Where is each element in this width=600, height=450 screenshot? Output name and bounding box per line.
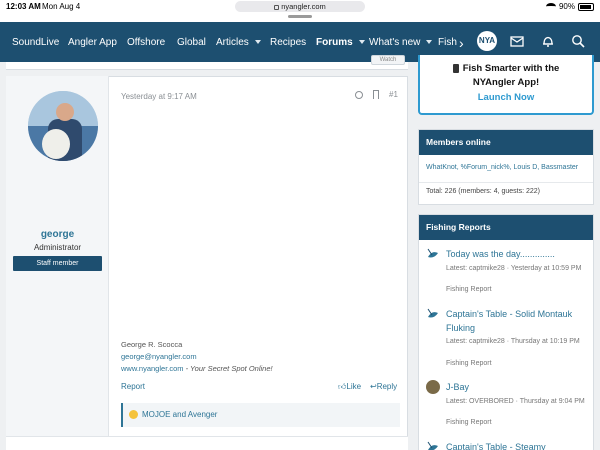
wifi-icon (545, 3, 556, 10)
report-forum[interactable]: Fishing Report (446, 360, 492, 367)
nav-item-whats-new[interactable]: What's new (369, 37, 433, 48)
nav-item-label: Offshore (127, 37, 166, 48)
nav-item-global[interactable]: Global (177, 37, 206, 48)
launch-now-link[interactable]: Launch Now (420, 92, 592, 103)
fishing-report-icon[interactable] (426, 247, 440, 261)
members-online-list[interactable]: WhatKnot, %Forum_nick%, Louis D, Bassmas… (426, 164, 578, 171)
search-icon[interactable] (571, 34, 585, 48)
report-meta: Latest: captmike28 · Yesterday at 10:59 … (446, 265, 582, 272)
post-timestamp[interactable]: Yesterday at 9:17 AM (121, 92, 197, 101)
nav-item-forums[interactable]: Forums (316, 37, 365, 48)
promo-line-1: Fish Smarter with the (420, 63, 592, 74)
members-online-total: Total: 226 (members: 4, guests: 222) (426, 188, 540, 195)
battery-percent: 90% (558, 2, 575, 11)
like-button[interactable]: 👍︎Like (338, 382, 361, 392)
nav-item-label: SoundLive (12, 37, 60, 48)
avatar-fish (42, 129, 70, 159)
status-time: 12:03 AM (6, 2, 41, 11)
members-online-block: Members online WhatKnot, %Forum_nick%, L… (418, 129, 594, 205)
like-label: Like (346, 382, 362, 391)
signature-name: George R. Scocca (121, 340, 183, 349)
status-bar: 12:03 AM Mon Aug 4 nyangler.com 90% (0, 0, 600, 22)
fishing-reports-title[interactable]: Fishing Reports (419, 215, 593, 240)
nav-item-label: Forums (316, 37, 353, 48)
status-date: Mon Aug 4 (42, 2, 81, 11)
report-forum[interactable]: Fishing Report (446, 286, 492, 293)
author-name[interactable]: george (6, 229, 109, 240)
nav-item-soundlive[interactable]: SoundLive (12, 37, 59, 48)
status-right: 90% (545, 2, 594, 11)
wow-emoji-icon (129, 410, 138, 420)
nav-item-offshore[interactable]: Offshore (127, 37, 165, 48)
post-number[interactable]: #1 (389, 90, 398, 99)
nav-item-label: Recipes (270, 37, 307, 48)
site-logo-icon[interactable]: NYA (477, 31, 497, 51)
nav-item-recipes[interactable]: Recipes (270, 37, 306, 48)
report-title[interactable]: Captain's Table - Steamy (446, 440, 591, 450)
report-title[interactable]: Captain's Table - Solid Montauk Fluking (446, 307, 591, 335)
chevron-right-icon[interactable]: › (459, 35, 464, 51)
avatar-head (56, 103, 74, 121)
site-logo-text: NYA (478, 36, 496, 45)
staff-badge: Staff member (13, 256, 102, 271)
nav-item-angler-app[interactable]: Angler App (68, 37, 117, 48)
reply-button[interactable]: ↩Reply (370, 382, 397, 391)
signature-site[interactable]: www.nyangler.com (121, 364, 184, 373)
report-meta: Latest: captmike28 · Thursday at 10:19 P… (446, 338, 580, 345)
post-author: george Administrator Staff member (6, 76, 109, 436)
bookmark-icon[interactable] (373, 90, 379, 99)
signature-email[interactable]: george@nyangler.com (121, 351, 273, 363)
promo-line-2: NYAngler App! (472, 77, 540, 88)
nav-item-label: Global (177, 37, 206, 48)
report-forum[interactable]: Fishing Report (446, 419, 492, 426)
report-title[interactable]: Today was the day.............. (446, 247, 591, 261)
members-online-title[interactable]: Members online (419, 130, 593, 155)
reply-label: Reply (376, 382, 398, 391)
chevron-down-icon[interactable] (358, 40, 365, 45)
nav-item-fish[interactable]: Fish (438, 37, 457, 48)
fishing-report-icon[interactable] (426, 307, 440, 321)
promo-line-1-text: Fish Smarter with the (462, 63, 560, 74)
nav-item-label: Articles (216, 37, 249, 48)
browser-handle[interactable] (288, 15, 312, 18)
avatar[interactable] (426, 380, 440, 394)
fishing-report-icon[interactable] (426, 440, 440, 450)
chevron-down-icon[interactable] (426, 40, 433, 45)
nav-item-label: Fish (438, 37, 457, 48)
inbox-icon[interactable] (510, 34, 524, 48)
nav-item-articles[interactable]: Articles (216, 37, 261, 48)
watch-button[interactable]: Watch (371, 55, 405, 65)
phone-icon (452, 63, 459, 73)
nav-item-label: What's new (369, 37, 421, 48)
author-role: Administrator (33, 243, 82, 252)
next-post-strip (6, 436, 408, 450)
chevron-down-icon[interactable] (254, 40, 261, 45)
report-link[interactable]: Report (121, 382, 145, 391)
fishing-reports-block: Fishing Reports Today was the day.......… (418, 214, 594, 450)
avatar[interactable] (28, 91, 98, 161)
app-promo: Fish Smarter with the NYAngler App! Laun… (418, 55, 594, 115)
address-bar[interactable]: nyangler.com (235, 1, 365, 12)
report-title[interactable]: J-Bay (446, 380, 591, 394)
post-signature: George R. Scocca george@nyangler.com www… (121, 339, 273, 375)
reactions-bar[interactable]: MOJOE and Avenger (121, 403, 400, 427)
post-actions: #1 (355, 90, 398, 99)
reply-icon: ↩ (370, 382, 377, 391)
reactions-text[interactable]: MOJOE and Avenger (142, 410, 217, 419)
share-icon[interactable] (355, 90, 363, 99)
signature-site-line: www.nyangler.com - Your Secret Spot Onli… (121, 363, 273, 375)
lock-icon (274, 4, 280, 10)
nav-item-label: Angler App (68, 37, 117, 48)
signature-tagline: - Your Secret Spot Online! (183, 364, 273, 373)
bell-icon[interactable] (541, 34, 555, 48)
address-url: nyangler.com (281, 2, 326, 11)
report-meta: Latest: OVERBORED · Thursday at 9:04 PM (446, 398, 585, 405)
thread-header-strip (6, 62, 408, 70)
divider (419, 182, 593, 183)
battery-icon (578, 2, 594, 11)
